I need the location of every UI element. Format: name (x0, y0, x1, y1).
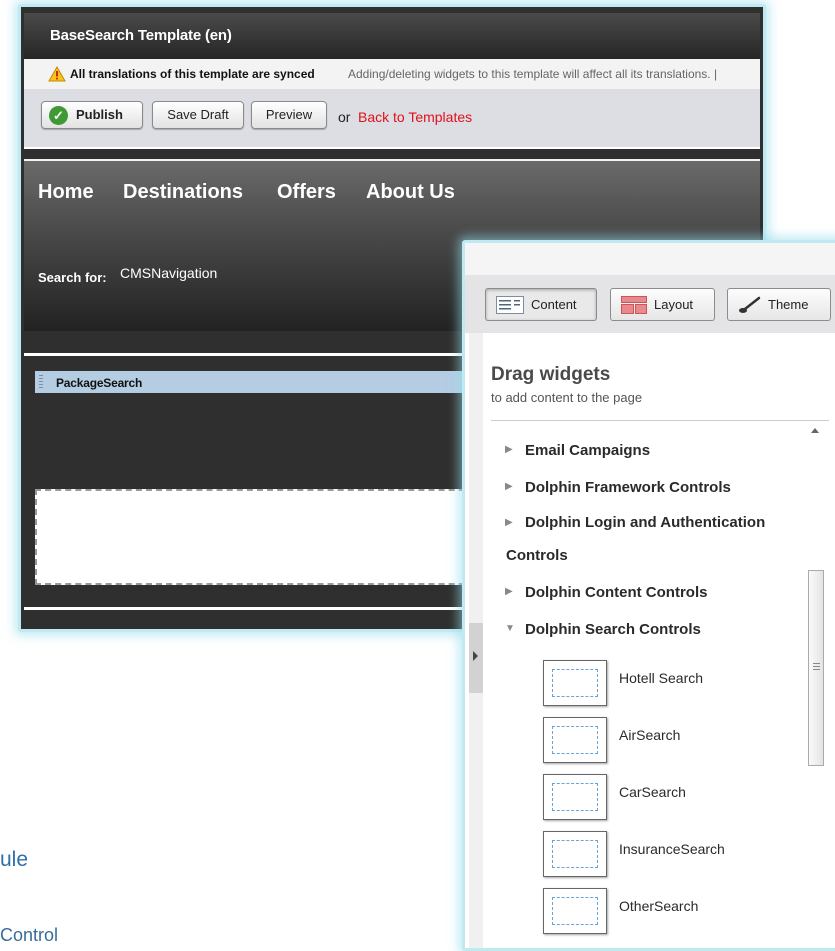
triangle-down-icon: ▼ (505, 623, 515, 634)
check-circle-icon: ✓ (49, 106, 68, 125)
search-for-label: Search for: (38, 270, 107, 285)
grip-icon (813, 663, 820, 670)
background-text-fragment: ule (0, 848, 29, 871)
panel-tabs: Content Layout Theme (465, 275, 835, 333)
preview-button[interactable]: Preview (251, 101, 327, 129)
sync-status-text: All translations of this template are sy… (70, 67, 315, 81)
divider (24, 159, 760, 161)
widgets-panel: Content Layout Theme Drag widgets to add… (462, 240, 835, 951)
back-to-templates-link[interactable]: Back to Templates (358, 109, 472, 125)
widget-thumbnail-icon (543, 660, 607, 706)
triangle-right-icon: ▶ (505, 481, 513, 492)
widget-label: OtherSearch (619, 898, 699, 914)
tab-content[interactable]: Content (485, 288, 597, 321)
triangle-right-icon: ▶ (505, 517, 513, 528)
collapse-panel-handle[interactable] (469, 623, 483, 693)
triangle-right-icon (473, 651, 478, 661)
category-label-line2: Controls (506, 547, 568, 564)
tab-layout[interactable]: Layout (610, 288, 715, 321)
nav-item-offers[interactable]: Offers (277, 181, 336, 204)
nav-item-about-us[interactable]: About Us (366, 181, 455, 204)
paintbrush-icon (739, 296, 761, 313)
widget-label: PackageSearch (56, 376, 143, 390)
warning-icon (48, 66, 66, 82)
tab-layout-label: Layout (654, 297, 694, 312)
triangle-right-icon: ▶ (505, 586, 513, 597)
sync-warning-text: Adding/deleting widgets to this template… (348, 67, 718, 81)
widget-thumbnail-icon (543, 717, 607, 763)
editor-titlebar: BaseSearch Template (en) (24, 13, 760, 59)
drag-widgets-heading: Drag widgets (491, 364, 611, 385)
or-text: or (338, 109, 351, 125)
widget-label: AirSearch (619, 727, 681, 743)
drag-widgets-subheading: to add content to the page (491, 390, 643, 405)
drag-handle-icon[interactable] (39, 375, 43, 389)
panel-header (465, 243, 835, 275)
category-label-line1: Dolphin Login and Authentication (525, 514, 766, 531)
tab-theme-label: Theme (768, 297, 809, 312)
widget-thumbnail-icon (543, 774, 607, 820)
widget-label: Hotell Search (619, 670, 704, 686)
category-dolphin-framework-controls[interactable]: Dolphin Framework Controls (525, 479, 731, 496)
publish-label: Publish (76, 107, 123, 122)
preview-label: Preview (265, 107, 313, 122)
sync-notice-bar: All translations of this template are sy… (24, 59, 760, 89)
widget-label: InsuranceSearch (619, 841, 725, 857)
widget-drop-zone[interactable] (35, 489, 495, 585)
tab-theme[interactable]: Theme (727, 288, 831, 321)
cms-navigation-widget[interactable]: CMSNavigation (120, 265, 217, 281)
save-draft-button[interactable]: Save Draft (152, 101, 244, 129)
triangle-right-icon: ▶ (505, 444, 513, 455)
divider (491, 420, 829, 421)
category-dolphin-login-auth-controls[interactable]: Dolphin Login and Authentication Control… (506, 506, 805, 572)
save-draft-label: Save Draft (167, 107, 229, 122)
scroll-up-icon[interactable] (811, 428, 819, 433)
category-email-campaigns[interactable]: Email Campaigns (525, 442, 650, 459)
widget-thumbnail-icon (543, 888, 607, 934)
widget-label: CarSearch (619, 784, 686, 800)
content-list-icon (496, 296, 524, 314)
category-dolphin-search-controls[interactable]: Dolphin Search Controls (525, 621, 701, 638)
layout-grid-icon (621, 296, 647, 314)
nav-item-home[interactable]: Home (38, 181, 94, 204)
widget-list-scrollbar[interactable] (807, 423, 825, 948)
nav-item-destinations[interactable]: Destinations (123, 181, 243, 204)
background-text-fragment: Control (0, 925, 59, 945)
publish-button[interactable]: ✓ Publish (41, 101, 143, 129)
widget-thumbnail-icon (543, 831, 607, 877)
category-dolphin-content-controls[interactable]: Dolphin Content Controls (525, 584, 707, 601)
tab-content-label: Content (531, 297, 577, 312)
package-search-widget[interactable]: PackageSearch (35, 371, 495, 393)
editor-action-bar: ✓ Publish Save Draft Preview or Back to … (24, 89, 760, 147)
scrollbar-thumb[interactable] (808, 570, 824, 766)
template-title: BaseSearch Template (en) (50, 27, 232, 44)
